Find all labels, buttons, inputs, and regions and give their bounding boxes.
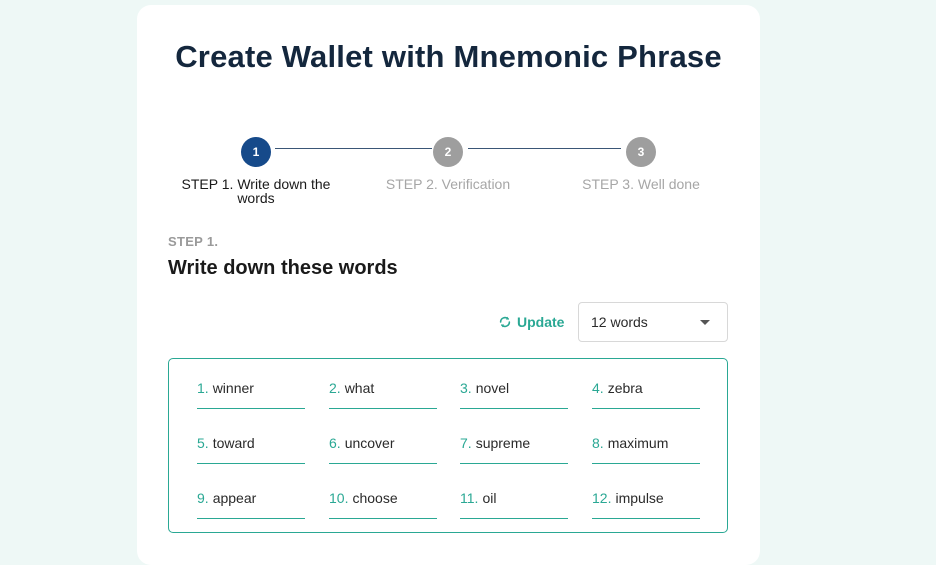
mnemonic-word: 7. supreme <box>460 434 568 464</box>
word-text: novel <box>475 380 510 396</box>
word-text: choose <box>352 490 398 506</box>
mnemonic-word: 2. what <box>329 379 437 409</box>
mnemonic-word: 8. maximum <box>592 434 700 464</box>
word-text: what <box>344 380 375 396</box>
step-2-indicator: 2 <box>433 137 463 167</box>
mnemonic-word: 11. oil <box>460 489 568 519</box>
word-count-select[interactable]: 12 words <box>578 302 728 342</box>
word-text: appear <box>212 490 257 506</box>
word-text: maximum <box>607 435 669 451</box>
word-number: 9. <box>197 490 209 506</box>
word-text: uncover <box>344 435 395 451</box>
step-2-number: 2 <box>444 145 452 159</box>
step-3-indicator: 3 <box>626 137 656 167</box>
mnemonic-word: 1. winner <box>197 379 305 409</box>
step-1-label: STEP 1. Write down the words <box>181 176 331 206</box>
mnemonic-word: 4. zebra <box>592 379 700 409</box>
word-number: 5. <box>197 435 209 451</box>
word-text: impulse <box>615 490 664 506</box>
step-3-label: STEP 3. Well done <box>582 176 700 192</box>
update-button[interactable]: Update <box>498 311 564 333</box>
word-number: 12. <box>592 490 612 506</box>
word-number: 4. <box>592 380 604 396</box>
word-number: 3. <box>460 380 472 396</box>
update-label: Update <box>517 314 565 330</box>
word-text: supreme <box>475 435 531 451</box>
word-text: toward <box>212 435 255 451</box>
word-text: oil <box>482 490 497 506</box>
step-1-indicator: 1 <box>241 137 271 167</box>
page-title: Create Wallet with Mnemonic Phrase <box>175 39 722 74</box>
step-3-number: 3 <box>637 145 645 159</box>
word-text: winner <box>212 380 254 396</box>
step-connector-1-2 <box>275 148 432 149</box>
word-number: 2. <box>329 380 341 396</box>
word-number: 1. <box>197 380 209 396</box>
mnemonic-words-box: 1. winner 2. what 3. novel 4. zebra 5. t… <box>168 358 728 533</box>
word-number: 8. <box>592 435 604 451</box>
section-title: Write down these words <box>168 257 398 279</box>
word-count-value: 12 words <box>591 314 648 330</box>
section-kicker: STEP 1. <box>168 234 219 249</box>
step-1-number: 1 <box>252 145 260 159</box>
step-2-label: STEP 2. Verification <box>385 176 511 192</box>
word-number: 11. <box>460 490 479 506</box>
mnemonic-word: 12. impulse <box>592 489 700 519</box>
mnemonic-word: 9. appear <box>197 489 305 519</box>
word-number: 10. <box>329 490 349 506</box>
mnemonic-word: 6. uncover <box>329 434 437 464</box>
step-connector-2-3 <box>468 148 621 149</box>
word-text: zebra <box>607 380 643 396</box>
word-number: 6. <box>329 435 341 451</box>
refresh-icon <box>499 316 511 328</box>
mnemonic-word: 3. novel <box>460 379 568 409</box>
mnemonic-word: 10. choose <box>329 489 437 519</box>
mnemonic-word: 5. toward <box>197 434 305 464</box>
create-wallet-card: Create Wallet with Mnemonic Phrase 1 2 3… <box>137 5 760 565</box>
caret-down-icon <box>700 320 710 325</box>
word-number: 7. <box>460 435 472 451</box>
